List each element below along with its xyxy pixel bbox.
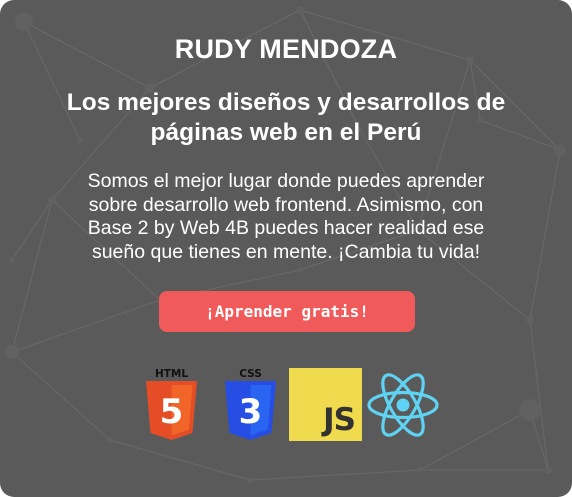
- css-glyph: 3: [239, 392, 263, 432]
- html5-icon: HTML 5: [146, 368, 197, 440]
- lead-line: Somos el mejor lugar donde puedes aprend…: [87, 170, 485, 192]
- headline: Los mejores diseños y desarrollos de pág…: [30, 88, 542, 148]
- css-label: CSS: [239, 368, 262, 380]
- html-label: HTML: [155, 368, 188, 380]
- headline-line: páginas web en el Perú: [150, 119, 422, 146]
- css3-icon: CSS 3: [225, 368, 276, 440]
- react-icon: [367, 373, 439, 437]
- lead-line: Base 2 by Web 4B puedes hacer realidad e…: [87, 217, 485, 239]
- learn-free-button[interactable]: ¡Aprender gratis!: [159, 291, 415, 332]
- js-label: JS: [323, 402, 356, 438]
- javascript-icon: JS: [289, 368, 362, 441]
- tech-logos: HTML 5 CSS 3 JS: [0, 366, 572, 446]
- lead-line: sobre desarrollo web frontend. Asimismo,…: [88, 193, 484, 216]
- html-glyph: 5: [160, 392, 184, 432]
- lead-paragraph: Somos el mejor lugar donde puedes aprend…: [40, 170, 532, 264]
- headline-line: Los mejores diseños y desarrollos de: [66, 89, 506, 116]
- brand-title: RUDY MENDOZA: [174, 34, 398, 64]
- lead-line: sueño que tienes en mente. ¡Cambia tu vi…: [91, 240, 481, 263]
- hero-card: RUDY MENDOZA Los mejores diseños y desar…: [0, 0, 572, 497]
